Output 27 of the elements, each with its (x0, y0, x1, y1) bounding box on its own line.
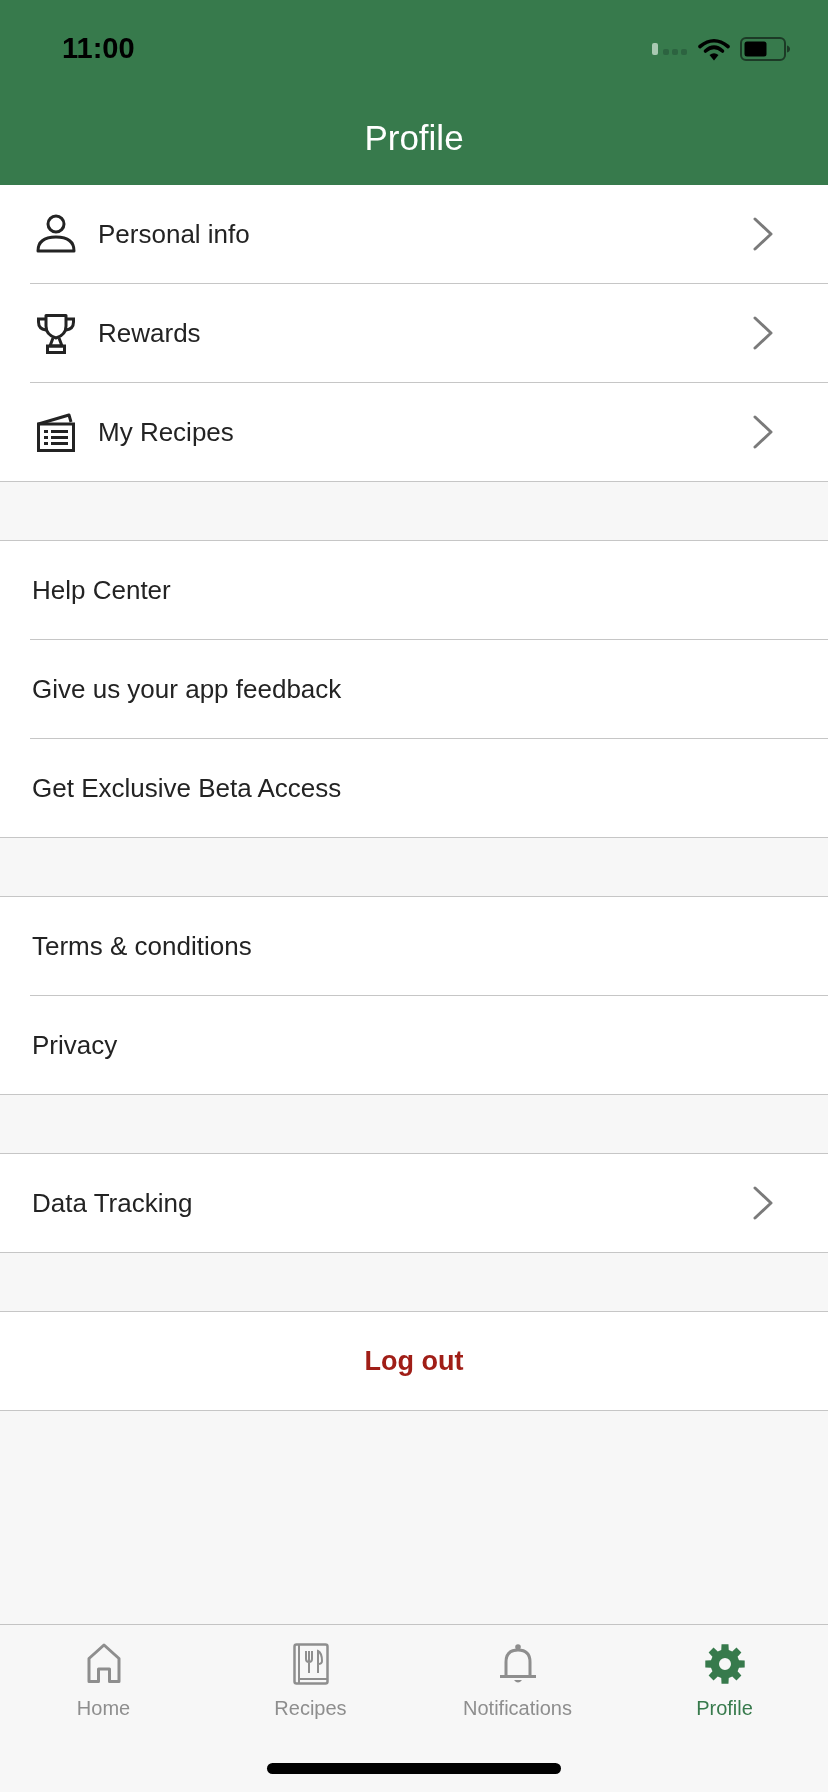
menu-row[interactable]: Rewards (0, 284, 828, 382)
log-out-button[interactable]: Log out (0, 1312, 828, 1410)
menu-row[interactable]: Give us your app feedback (0, 640, 828, 738)
battery-icon (740, 37, 790, 61)
menu-row[interactable]: My Recipes (0, 383, 828, 481)
menu-row[interactable]: Privacy (0, 996, 828, 1094)
settings-gear-icon (703, 1643, 746, 1685)
bell-icon (497, 1643, 538, 1685)
person-icon (36, 214, 76, 254)
recipe-card-icon (36, 412, 76, 452)
menu-row[interactable]: Help Center (0, 541, 828, 639)
page-title: Profile (364, 117, 464, 159)
trophy-icon (36, 312, 76, 354)
status-time: 11:00 (62, 31, 135, 67)
menu-row[interactable]: Terms & conditions (0, 897, 828, 995)
tab-button[interactable]: Profile (621, 1643, 828, 1723)
menu-row[interactable]: Get Exclusive Beta Access (0, 739, 828, 837)
menu-row[interactable]: Data Tracking (0, 1154, 828, 1252)
chevron-right-icon (753, 217, 773, 251)
menu-row[interactable]: Personal info (0, 185, 828, 283)
chevron-right-icon (753, 1186, 773, 1220)
cookbook-icon (292, 1643, 329, 1685)
chevron-right-icon (753, 316, 773, 350)
signal-icon (652, 43, 688, 55)
home-icon (86, 1643, 121, 1683)
chevron-right-icon (753, 415, 773, 449)
wifi-icon (698, 37, 730, 61)
